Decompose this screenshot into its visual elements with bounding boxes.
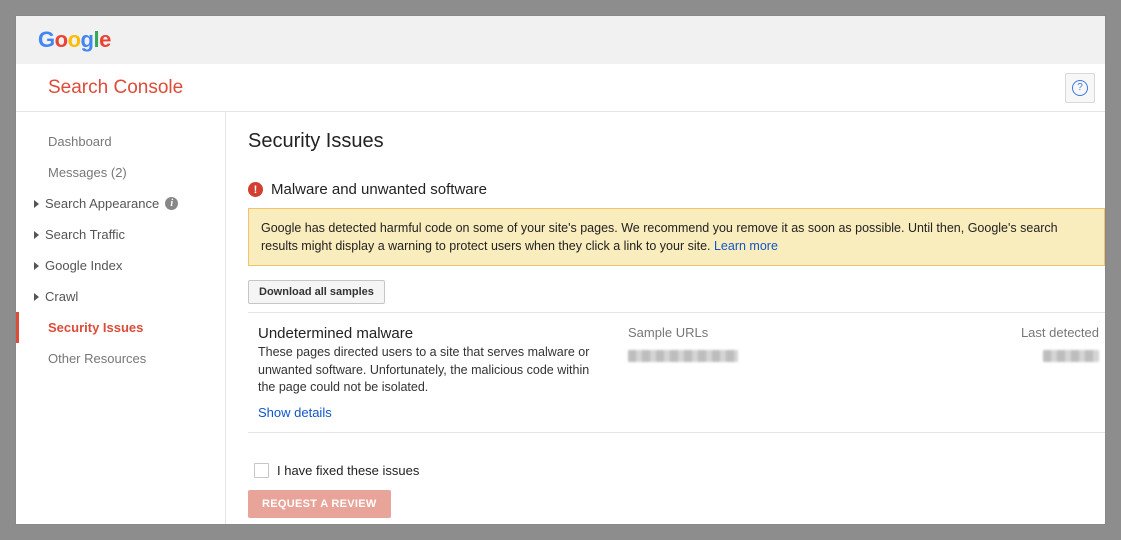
main-content: Security Issues ! Malware and unwanted s… [226, 112, 1105, 524]
last-detected-column: Last detected [979, 325, 1105, 420]
help-button[interactable]: ? [1065, 73, 1095, 103]
issue-description-column: Undetermined malware These pages directe… [258, 325, 628, 420]
sidebar-item-label: Search Appearance [45, 196, 159, 211]
fixed-issues-checkbox[interactable] [254, 463, 269, 478]
help-icon: ? [1072, 80, 1088, 96]
sidebar: Dashboard Messages (2) Search Appearance… [16, 112, 226, 524]
warning-icon: ! [248, 182, 263, 197]
product-title: Search Console [48, 77, 183, 99]
sidebar-item-label: Search Traffic [45, 227, 125, 242]
issue-name: Undetermined malware [258, 325, 608, 342]
column-header-last: Last detected [979, 325, 1099, 340]
sidebar-item-google-index[interactable]: Google Index [16, 250, 225, 281]
sidebar-item-label: Dashboard [48, 134, 112, 149]
fixed-issues-label: I have fixed these issues [277, 463, 419, 478]
google-logo: Google [38, 27, 111, 53]
sidebar-item-security-issues[interactable]: Security Issues [16, 312, 225, 343]
chevron-right-icon [34, 293, 39, 301]
learn-more-link[interactable]: Learn more [714, 239, 778, 253]
redacted-url [628, 350, 738, 362]
chevron-right-icon [34, 200, 39, 208]
warning-notice: Google has detected harmful code on some… [248, 208, 1105, 266]
sidebar-item-label: Crawl [45, 289, 78, 304]
fixed-issues-row: I have fixed these issues [248, 463, 1105, 478]
sidebar-item-messages[interactable]: Messages (2) [16, 157, 225, 188]
issue-row: Undetermined malware These pages directe… [248, 313, 1105, 433]
google-topbar: Google [16, 16, 1105, 64]
sidebar-item-search-appearance[interactable]: Search Appearance i [16, 188, 225, 219]
sample-urls-column: Sample URLs [628, 325, 979, 420]
sidebar-item-search-traffic[interactable]: Search Traffic [16, 219, 225, 250]
issue-header: ! Malware and unwanted software [248, 181, 1105, 198]
sidebar-item-label: Messages (2) [48, 165, 127, 180]
chevron-right-icon [34, 231, 39, 239]
sidebar-item-label: Google Index [45, 258, 122, 273]
info-icon[interactable]: i [165, 197, 178, 210]
sidebar-item-dashboard[interactable]: Dashboard [16, 126, 225, 157]
chevron-right-icon [34, 262, 39, 270]
column-header-sample: Sample URLs [628, 325, 979, 340]
sidebar-item-other-resources[interactable]: Other Resources [16, 343, 225, 374]
issue-heading: Malware and unwanted software [271, 181, 487, 198]
titlebar: Search Console ? [16, 64, 1105, 112]
app-frame: Google Search Console ? Dashboard Messag… [16, 16, 1105, 524]
issue-text: These pages directed users to a site tha… [258, 344, 608, 397]
sidebar-item-label: Other Resources [48, 351, 146, 366]
page-title: Security Issues [248, 130, 1105, 153]
body: Dashboard Messages (2) Search Appearance… [16, 112, 1105, 524]
redacted-date [1043, 350, 1099, 362]
sidebar-item-crawl[interactable]: Crawl [16, 281, 225, 312]
issue-table: Undetermined malware These pages directe… [248, 312, 1105, 433]
show-details-link[interactable]: Show details [258, 405, 332, 420]
sidebar-item-label: Security Issues [48, 320, 143, 335]
download-samples-button[interactable]: Download all samples [248, 280, 385, 304]
notice-text: Google has detected harmful code on some… [261, 221, 1058, 253]
request-review-button[interactable]: REQUEST A REVIEW [248, 490, 391, 518]
